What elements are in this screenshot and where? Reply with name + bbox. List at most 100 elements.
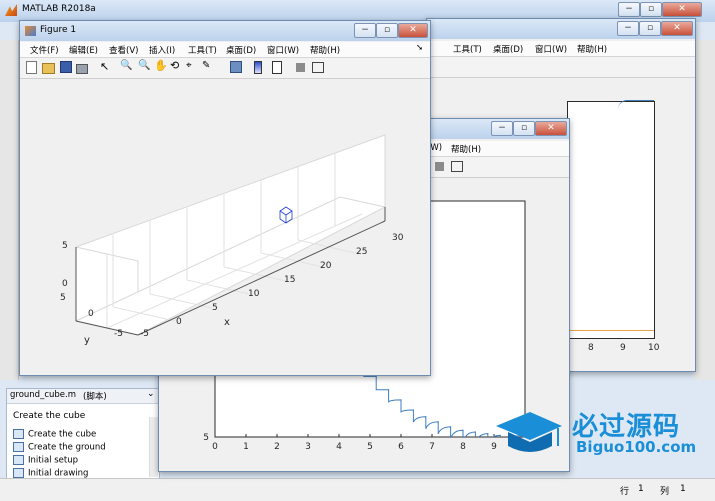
back-curve-bottom <box>568 330 654 331</box>
menu-desktop[interactable]: 桌面(D) <box>493 43 523 55</box>
back-x-tick: 10 <box>648 343 660 353</box>
figure1-window: Figure 1 − ▫ ✕ 文件(F) 编辑(E) 查看(V) 插入(I) 工… <box>19 20 431 376</box>
list-item-label: Initial drawing <box>28 468 89 479</box>
menu-view[interactable]: 查看(V) <box>109 44 138 56</box>
x-tick-label: 5 <box>367 442 373 452</box>
x-tick: 5 <box>212 303 218 313</box>
x-tick: 20 <box>320 261 332 271</box>
x-tick: 10 <box>248 289 260 299</box>
status-bar: 行 1 列 1 <box>0 478 715 501</box>
x-tick: 30 <box>392 233 404 243</box>
data-point <box>437 421 439 423</box>
chevron-down-icon[interactable]: ⌄ <box>147 389 155 399</box>
menu-window[interactable]: 窗口(W) <box>267 44 299 56</box>
x-tick: 15 <box>284 275 296 285</box>
list-item[interactable]: Create the cube <box>13 429 96 440</box>
menu-desktop[interactable]: 桌面(D) <box>226 44 256 56</box>
matlab-title: MATLAB R2018a <box>22 4 96 14</box>
list-item-label: Create the cube <box>28 429 97 440</box>
back-curve-top <box>618 100 654 109</box>
x-tick: 25 <box>356 247 368 257</box>
back-minimize-button[interactable]: − <box>617 21 639 36</box>
y-tick-label: 5 <box>203 433 209 443</box>
menu-insert[interactable]: 插入(I) <box>149 44 175 56</box>
list-item[interactable]: Create the ground <box>13 442 106 453</box>
save-icon[interactable] <box>60 61 72 73</box>
figure1-titlebar: Figure 1 − ▫ ✕ <box>20 21 430 41</box>
y-tick: -5 <box>114 329 123 339</box>
x-tick-label: 7 <box>429 442 435 452</box>
back-restore-button[interactable]: ▫ <box>639 21 661 36</box>
status-row-value: 1 <box>638 484 644 494</box>
details-panel: ground_cube.m (脚本) ⌄ Create the cube Cre… <box>6 388 160 480</box>
data-point <box>425 416 427 418</box>
status-col-value: 1 <box>680 484 686 494</box>
legend-icon[interactable] <box>272 61 282 74</box>
back-x-tick: 8 <box>588 343 594 353</box>
figure1-restore-button[interactable]: ▫ <box>376 23 398 38</box>
matlab-logo-icon <box>5 4 17 16</box>
y-axis-label: y <box>84 335 90 346</box>
back-x-tick: 9 <box>620 343 626 353</box>
x-tick-label: 6 <box>398 442 404 452</box>
dock-icon[interactable] <box>451 161 463 172</box>
figure1-close-button[interactable]: ✕ <box>398 23 428 38</box>
details-scrollbar[interactable] <box>149 417 158 477</box>
details-file-type: (脚本) <box>83 392 107 402</box>
open-file-icon[interactable] <box>42 63 55 74</box>
x-tick: -5 <box>140 329 149 339</box>
x-tick-label: 4 <box>336 442 342 452</box>
menu-window[interactable]: 窗口(W) <box>535 43 567 55</box>
mid-restore-button[interactable]: ▫ <box>513 121 535 136</box>
menu-help[interactable]: 帮助(H) <box>310 44 340 56</box>
menu-edit[interactable]: 编辑(E) <box>69 44 98 56</box>
menu-file[interactable]: 文件(F) <box>30 44 59 56</box>
menu-tools[interactable]: 工具(T) <box>453 43 482 55</box>
matlab-minimize-button[interactable]: − <box>618 2 640 17</box>
section-icon <box>13 455 24 465</box>
mid-close-button[interactable]: ✕ <box>535 121 567 136</box>
menu-help[interactable]: 帮助(H) <box>577 43 607 55</box>
x-tick-label: 0 <box>212 442 218 452</box>
mid-minimize-button[interactable]: − <box>491 121 513 136</box>
graduation-cap-icon <box>496 412 562 452</box>
pan-icon[interactable]: ✋ <box>154 59 168 72</box>
colorbar-icon[interactable] <box>254 61 262 74</box>
figure1-minimize-button[interactable]: − <box>354 23 376 38</box>
zoom-in-icon[interactable]: 🔍 <box>120 60 132 72</box>
menu-tools[interactable]: 工具(T) <box>188 44 217 56</box>
brush-icon[interactable]: ✎ <box>202 60 214 72</box>
data-point <box>412 409 414 411</box>
back-figure-titlebar: − ▫ ✕ <box>427 19 695 39</box>
section-icon <box>13 429 24 439</box>
hide-plot-tools-icon[interactable] <box>296 63 305 72</box>
rotate-icon[interactable]: ⟲ <box>170 59 182 72</box>
status-col-label: 列 <box>660 487 670 497</box>
details-header: ground_cube.m (脚本) ⌄ <box>7 389 159 404</box>
dock-arrow-icon[interactable]: ➘ <box>416 43 423 53</box>
show-plot-tools-icon[interactable] <box>312 62 324 73</box>
print-icon[interactable] <box>76 64 88 74</box>
watermark-url: Biguo100.com <box>576 438 697 456</box>
list-item[interactable]: Initial drawing <box>13 468 88 479</box>
toggle-grid-icon[interactable] <box>435 162 444 171</box>
zoom-out-icon[interactable]: 🔍 <box>138 60 150 72</box>
menu-help[interactable]: 帮助(H) <box>451 143 481 155</box>
link-plot-icon[interactable] <box>230 61 242 73</box>
matlab-left-strip <box>0 40 19 380</box>
x-tick: 0 <box>176 317 182 327</box>
section-icon <box>13 442 24 452</box>
new-figure-icon[interactable] <box>26 61 37 74</box>
matlab-close-button[interactable]: ✕ <box>662 2 702 17</box>
details-heading: Create the cube <box>13 411 86 421</box>
back-close-button[interactable]: ✕ <box>661 21 693 36</box>
pointer-icon[interactable]: ↖ <box>100 60 112 73</box>
x-tick-label: 2 <box>274 442 280 452</box>
data-point <box>400 399 402 401</box>
y-tick: 5 <box>60 293 66 303</box>
matlab-restore-button[interactable]: ▫ <box>640 2 662 17</box>
details-file-name: ground_cube.m <box>10 390 76 400</box>
data-cursor-icon[interactable]: ⌖ <box>186 60 198 72</box>
data-point <box>474 431 476 433</box>
list-item[interactable]: Initial setup <box>13 455 78 466</box>
